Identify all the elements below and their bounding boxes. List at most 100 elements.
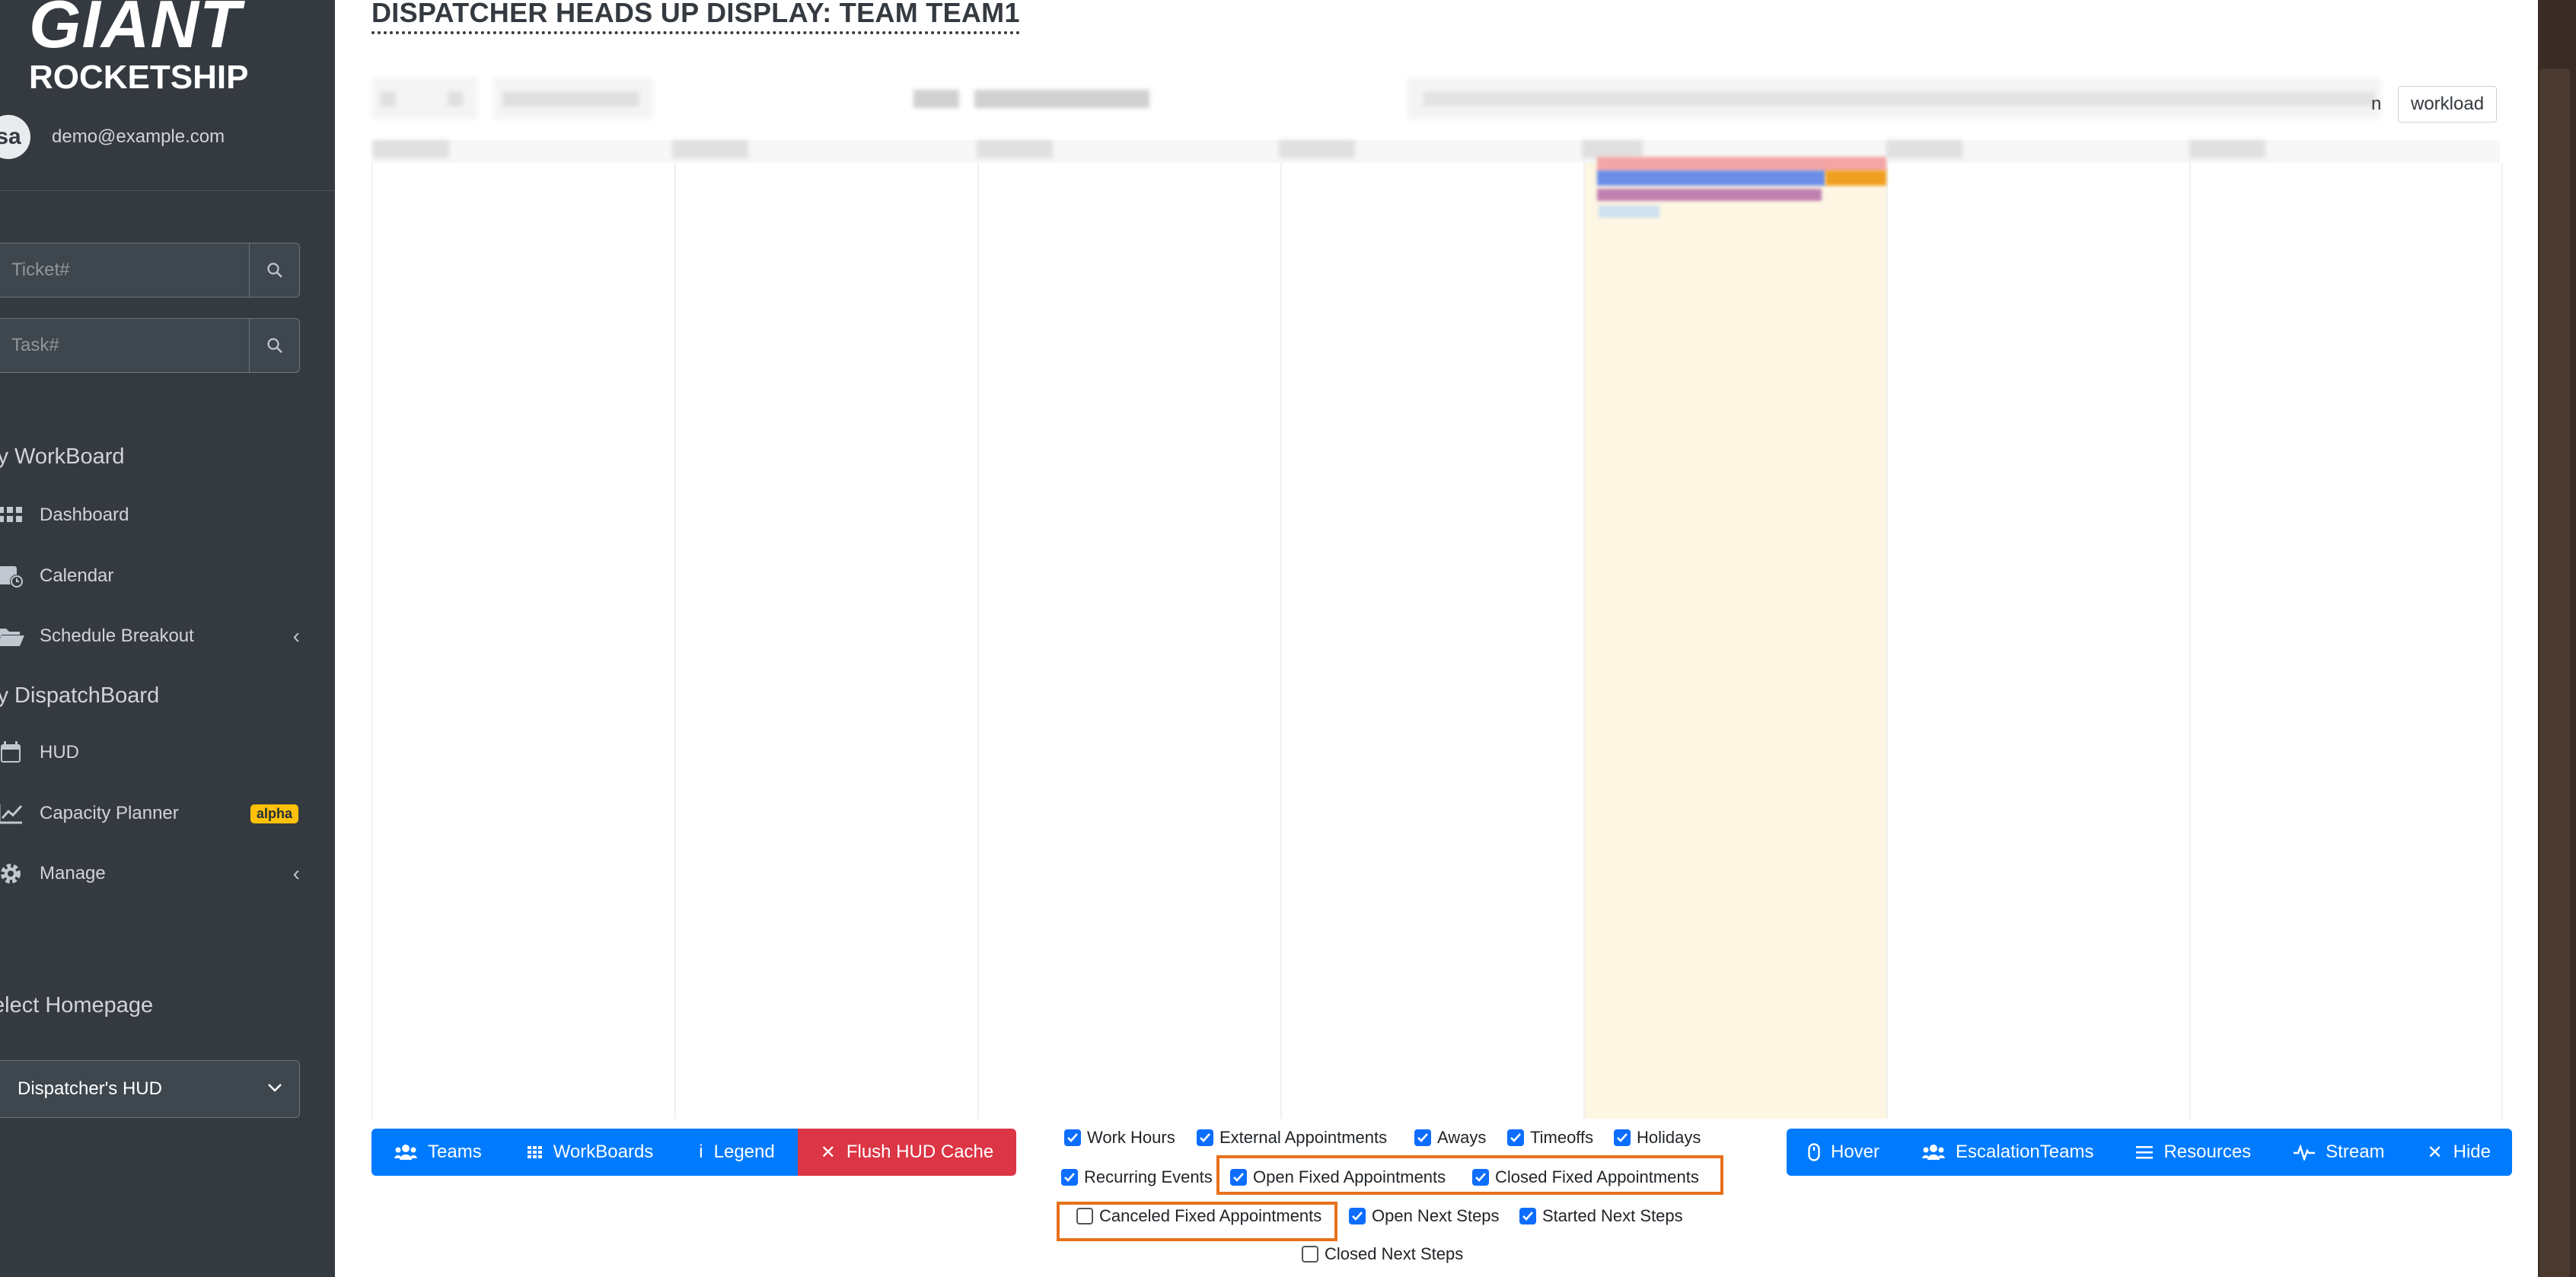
highlight-box <box>1216 1155 1723 1195</box>
info-icon: i <box>699 1142 703 1162</box>
sidebar-divider <box>0 190 335 191</box>
brand-logo[interactable]: GIANT ROCKETSHIP <box>29 0 248 94</box>
filter-started-next-steps[interactable]: Started Next Steps <box>1519 1206 1683 1226</box>
flush-hud-cache-button[interactable]: ✕ Flush HUD Cache <box>797 1129 1017 1176</box>
filter-label: Aways <box>1437 1128 1487 1147</box>
resources-button[interactable]: Resources <box>2115 1129 2273 1176</box>
stream-button[interactable]: Stream <box>2272 1129 2406 1176</box>
flush-hud-cache-label: Flush HUD Cache <box>846 1142 994 1162</box>
calendar-clock-icon <box>0 563 26 589</box>
right-button-group: Hover EscalationTeams Resources Stream ✕… <box>1787 1129 2512 1176</box>
homepage-label: elect Homepage <box>0 993 154 1017</box>
filter-open-next-steps[interactable]: Open Next Steps <box>1349 1206 1500 1226</box>
legend-label: Legend <box>713 1142 775 1162</box>
hover-button[interactable]: Hover <box>1787 1129 1902 1176</box>
sidebar-item-label: HUD <box>40 742 79 763</box>
blurred-control <box>974 90 1149 108</box>
sidebar-item-calendar[interactable]: Calendar <box>0 553 335 599</box>
page-title: DISPATCHER HEADS UP DISPLAY: TEAM TEAM1 <box>371 0 1020 34</box>
page-scrollbar-thumb[interactable] <box>2539 68 2570 1277</box>
event-bar[interactable] <box>1825 170 1886 186</box>
filter-label: Work Hours <box>1087 1128 1175 1147</box>
day-column-today[interactable] <box>1583 163 1888 1119</box>
close-icon: ✕ <box>2427 1142 2443 1163</box>
blurred-control <box>502 91 639 107</box>
workboards-button[interactable]: WorkBoards <box>504 1129 677 1176</box>
checkbox-checked[interactable] <box>1414 1129 1431 1146</box>
escalation-teams-button[interactable]: EscalationTeams <box>1901 1129 2115 1176</box>
checkbox-checked[interactable] <box>1197 1129 1213 1146</box>
filter-timeoffs[interactable]: Timeoffs <box>1507 1128 1593 1148</box>
day-column[interactable] <box>1886 163 2191 1119</box>
filter-label: Holidays <box>1637 1128 1701 1147</box>
teams-label: Teams <box>428 1142 482 1162</box>
grid-icon <box>527 1145 543 1159</box>
filter-holidays[interactable]: Holidays <box>1614 1128 1701 1148</box>
checkbox-checked[interactable] <box>1614 1129 1631 1146</box>
task-search-input[interactable] <box>0 319 249 372</box>
filter-label: Open Next Steps <box>1372 1206 1500 1225</box>
homepage-select-value: Dispatcher's HUD <box>18 1078 162 1099</box>
filter-recurring-events[interactable]: Recurring Events <box>1061 1167 1213 1187</box>
event-bar[interactable] <box>1597 170 1825 186</box>
homepage-select[interactable]: Dispatcher's HUD <box>0 1060 300 1118</box>
user-email[interactable]: demo@example.com <box>52 126 225 148</box>
event-bar[interactable] <box>1597 157 1886 172</box>
search-icon <box>266 338 282 353</box>
sidebar: GIANT ROCKETSHIP sa demo@example.com ly … <box>0 0 335 1277</box>
chevron-left-icon: ‹ <box>292 861 300 885</box>
stream-label: Stream <box>2326 1142 2385 1162</box>
sidebar-item-dashboard[interactable]: Dashboard <box>0 492 335 538</box>
day-label <box>672 140 748 158</box>
filter-external-appointments[interactable]: External Appointments <box>1197 1128 1387 1148</box>
checkbox-checked[interactable] <box>1519 1208 1536 1224</box>
day-column[interactable] <box>674 163 979 1119</box>
folder-open-icon <box>0 626 26 647</box>
day-column[interactable] <box>2189 163 2503 1119</box>
day-column[interactable] <box>1280 163 1585 1119</box>
dashboard-icon <box>0 505 26 525</box>
filter-work-hours[interactable]: Work Hours <box>1064 1128 1175 1148</box>
checkbox-checked[interactable] <box>1061 1169 1078 1186</box>
section-workboard: ly WorkBoard <box>0 444 125 469</box>
hide-label: Hide <box>2453 1142 2491 1162</box>
filter-label: Recurring Events <box>1084 1167 1213 1186</box>
view-button-fragment[interactable]: n <box>2371 94 2381 115</box>
escalation-teams-label: EscalationTeams <box>1956 1142 2094 1162</box>
filter-closed-next-steps[interactable]: Closed Next Steps <box>1302 1244 1463 1264</box>
ticket-search-input[interactable] <box>0 244 249 297</box>
sidebar-item-label: Schedule Breakout <box>40 626 194 646</box>
sidebar-item-label: Capacity Planner <box>40 803 179 823</box>
filter-aways[interactable]: Aways <box>1414 1128 1486 1148</box>
checkbox-unchecked[interactable] <box>1302 1246 1318 1263</box>
user-panel[interactable]: sa demo@example.com <box>0 114 225 160</box>
sidebar-item-manage[interactable]: Manage ‹ <box>0 851 335 896</box>
sidebar-item-capacity-planner[interactable]: Capacity Planner alpha <box>0 791 335 836</box>
event-bar[interactable] <box>1597 189 1822 201</box>
sidebar-item-label: Calendar <box>40 565 114 586</box>
brand-line2: ROCKETSHIP <box>29 59 249 96</box>
sidebar-item-label: Dashboard <box>40 505 129 525</box>
checkbox-checked[interactable] <box>1507 1129 1524 1146</box>
workload-button[interactable]: n workload <box>2371 86 2498 123</box>
sidebar-item-schedule-breakout[interactable]: Schedule Breakout ‹ <box>0 613 335 659</box>
sidebar-item-hud[interactable]: HUD <box>0 730 335 775</box>
users-icon <box>1922 1144 1946 1161</box>
close-icon: ✕ <box>820 1142 836 1163</box>
mouse-icon <box>1808 1143 1820 1161</box>
sidebar-item-label: Manage <box>40 863 106 884</box>
day-column[interactable] <box>977 163 1282 1119</box>
hide-button[interactable]: ✕ Hide <box>2405 1129 2512 1176</box>
ticket-search <box>0 243 300 298</box>
checkbox-checked[interactable] <box>1064 1129 1081 1146</box>
day-label <box>373 140 449 158</box>
checkbox-checked[interactable] <box>1349 1208 1366 1224</box>
teams-button[interactable]: Teams <box>371 1129 505 1176</box>
legend-button[interactable]: i Legend <box>676 1129 798 1176</box>
calendar-icon <box>0 741 26 764</box>
day-column[interactable] <box>371 163 676 1119</box>
ticket-search-button[interactable] <box>249 244 299 297</box>
task-search-button[interactable] <box>249 319 299 372</box>
alpha-badge: alpha <box>250 804 298 823</box>
event-bar[interactable] <box>1599 205 1659 218</box>
